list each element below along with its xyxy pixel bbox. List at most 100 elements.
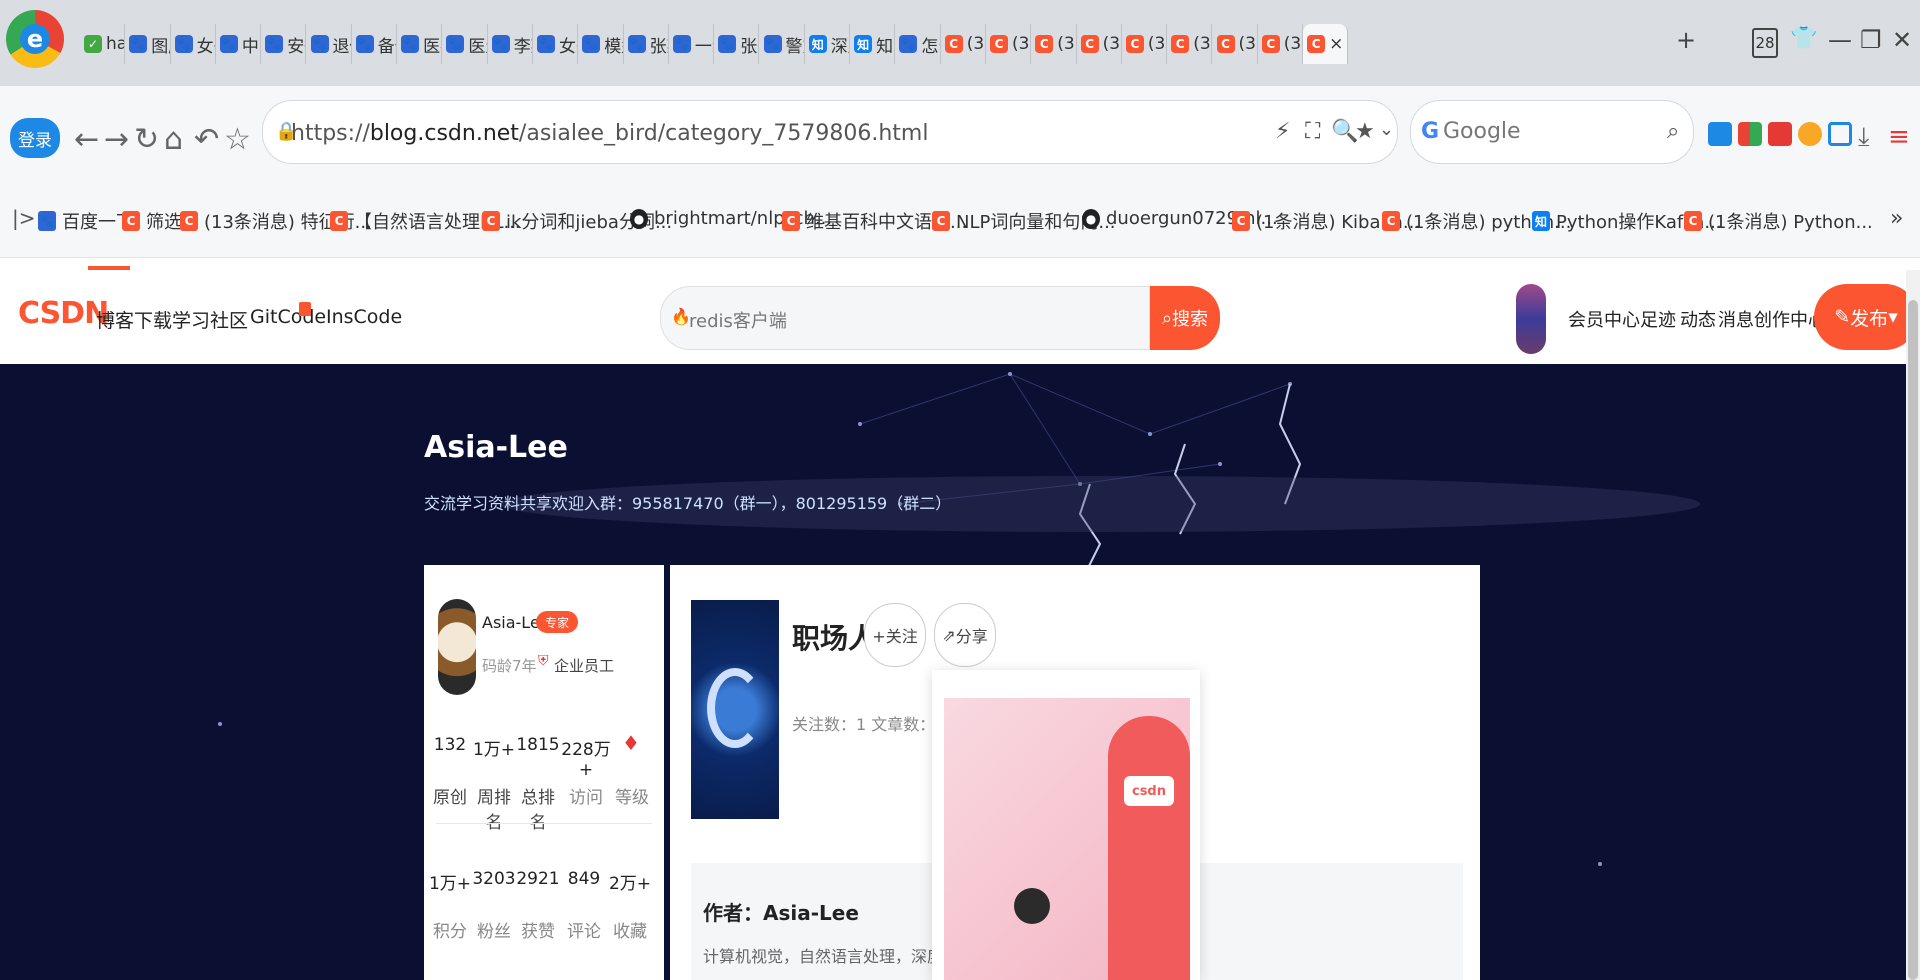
browser-tab-label: hao	[106, 34, 124, 54]
bookmark-item[interactable]: C 筛选	[122, 208, 182, 234]
browser-tab[interactable]: C(32	[1122, 24, 1168, 64]
browser-tab[interactable]: 🐾安徽	[261, 24, 307, 64]
browser-tab[interactable]: C(32	[1213, 24, 1258, 64]
browser-tab[interactable]: 🐾张某	[714, 24, 760, 64]
browser-tab[interactable]: C(32	[1167, 24, 1213, 64]
crop-ext-icon[interactable]	[1828, 122, 1852, 146]
back-icon[interactable]: ←	[74, 122, 99, 157]
stat-likes-label: 获赞	[521, 922, 555, 942]
browser-tab[interactable]: 🐾医疗	[397, 24, 443, 64]
browser-tab-label: 女子	[559, 36, 577, 57]
browser-tab[interactable]: 🐾张某	[624, 24, 669, 64]
browser-tab[interactable]: 🐾女子	[533, 24, 579, 64]
translate-ext-icon[interactable]	[1708, 122, 1732, 146]
share-button[interactable]: ⇗ 分享	[934, 603, 996, 667]
hot-flame-icon: 🔥	[671, 307, 691, 326]
nav-activity[interactable]: 动态	[1680, 306, 1716, 332]
new-tab-button[interactable]: +	[1676, 26, 1696, 54]
browser-tab[interactable]: 🐾图库	[125, 24, 171, 64]
column-author: 作者：Asia-Lee	[703, 901, 859, 925]
browser-tab[interactable]: C(32	[1077, 24, 1122, 64]
shirt-skin-icon[interactable]: 👕	[1790, 26, 1817, 51]
nav-download[interactable]: 下载	[134, 306, 172, 333]
login-badge[interactable]: 登录	[10, 118, 60, 158]
browser-tab[interactable]: 🐾警方	[760, 24, 805, 64]
download-icon[interactable]: ⤓	[1858, 122, 1870, 153]
csdn-icon: C	[1125, 35, 1144, 53]
screenshot-icon[interactable]: ⛶	[1305, 119, 1320, 144]
address-bar[interactable]: 🔒 https://blog.csdn.net/asialee_bird/cat…	[262, 100, 1398, 164]
browser-tab[interactable]: C(32	[1031, 24, 1077, 64]
site-search-input[interactable]: 🔥 redis客户端	[660, 286, 1150, 350]
follow-button[interactable]: +关注	[864, 603, 926, 667]
site-search-button[interactable]: ⌕ 搜索	[1150, 286, 1220, 350]
browser-tab[interactable]: 🐾退休	[307, 24, 352, 64]
nav-messages[interactable]: 消息	[1718, 306, 1754, 332]
nav-gitcode[interactable]: GitCode	[250, 306, 326, 328]
browser-tab[interactable]: 🐾李某	[488, 24, 533, 64]
url-text[interactable]: https://blog.csdn.net/asialee_bird/categ…	[291, 121, 928, 146]
browser-tab[interactable]: C(32	[986, 24, 1032, 64]
browser-tab-label: 女子	[196, 36, 215, 57]
maximize-button[interactable]: ❐	[1860, 26, 1882, 54]
favorite-star-icon[interactable]: ★	[1355, 119, 1375, 144]
code-age: 码龄7年	[482, 657, 537, 675]
baidu-paw-icon: 🐾	[627, 35, 646, 53]
nav-learn[interactable]: 学习	[172, 306, 210, 333]
stat-favorites-label: 收藏	[613, 922, 647, 942]
bookmark-star-icon[interactable]: ☆	[224, 122, 251, 157]
menu-icon[interactable]: ≡	[1888, 122, 1910, 152]
browser-tab[interactable]: C(32	[941, 24, 986, 64]
nav-community[interactable]: 社区	[210, 306, 248, 333]
browser-nav-bar: ← → ↻ ⌂ ↶ ☆ 🔒 https://blog.csdn.net/asia…	[0, 86, 1920, 178]
baidu-paw-icon: 🐾	[38, 211, 56, 231]
reload-icon[interactable]: ↻	[134, 122, 159, 157]
undo-close-tab-icon[interactable]: ↶	[194, 122, 219, 157]
browser-tab[interactable]: 知知乎	[850, 24, 896, 64]
browser-tab[interactable]: ✓hao	[80, 24, 126, 64]
minimize-button[interactable]: —	[1828, 26, 1852, 54]
pdf-ext-icon[interactable]	[1768, 122, 1792, 146]
browser-tab[interactable]: 🐾怎么	[895, 24, 941, 64]
tab-count-badge[interactable]: 28	[1752, 28, 1778, 58]
chevron-down-icon[interactable]: ⌄	[1379, 119, 1394, 140]
bookmark-item[interactable]: 🐾 百度一下	[38, 208, 134, 234]
forward-icon[interactable]: →	[104, 122, 129, 157]
search-icon[interactable]: ⌕	[1667, 119, 1679, 144]
nav-blog[interactable]: 博客	[96, 306, 134, 333]
home-icon[interactable]: ⌂	[164, 122, 183, 157]
browser-tab[interactable]: 🐾模型	[578, 24, 624, 64]
bookmarks-more-button[interactable]: »	[1890, 206, 1903, 231]
browser-tab-label: 警方	[785, 36, 804, 57]
browser-tab[interactable]: 🐾一线	[669, 24, 715, 64]
publish-button[interactable]: ✎ 发布 ▾	[1814, 284, 1918, 350]
page-scrollbar[interactable]	[1906, 270, 1920, 980]
browser-tab[interactable]: 🐾备份	[352, 24, 398, 64]
stat-total-rank-label: 总排名	[521, 788, 555, 833]
sidebar-toggle-icon[interactable]: |>	[12, 206, 36, 230]
browser-logo-icon[interactable]: e	[6, 10, 64, 68]
browser-tab-label: 张某	[740, 36, 758, 57]
apps-ext-icon[interactable]	[1738, 122, 1762, 146]
browser-tab[interactable]: 🐾中国	[216, 24, 262, 64]
browser-tab[interactable]: 🐾女子	[171, 24, 216, 64]
search-engine-box[interactable]: G Google ⌕	[1410, 100, 1694, 164]
browser-tab-label: 医生	[468, 36, 486, 57]
close-window-button[interactable]: ✕	[1892, 26, 1912, 54]
nav-inscode[interactable]: InsCode	[326, 306, 402, 328]
moon-ext-icon[interactable]	[1798, 122, 1822, 146]
nav-footprint[interactable]: 足迹	[1640, 306, 1676, 332]
author-avatar[interactable]	[438, 599, 476, 695]
browser-tab[interactable]: C(32	[1258, 24, 1304, 64]
bookmark-item[interactable]: C (1条消息) Python...	[1684, 208, 1873, 234]
browser-tab[interactable]: C ×	[1303, 24, 1349, 64]
lightning-icon[interactable]: ⚡	[1275, 119, 1290, 144]
browser-tab[interactable]: 🐾医生	[442, 24, 488, 64]
csdn-logo[interactable]: CSDN	[18, 296, 109, 331]
scrollbar-thumb[interactable]	[1908, 300, 1918, 980]
browser-tab[interactable]: 知深度	[805, 24, 851, 64]
browser-tab-label: (32	[1012, 34, 1030, 54]
nav-vip-center[interactable]: 会员中心	[1568, 306, 1640, 332]
user-avatar[interactable]	[1516, 284, 1546, 354]
share-poster-image[interactable]: csdn	[944, 698, 1190, 980]
